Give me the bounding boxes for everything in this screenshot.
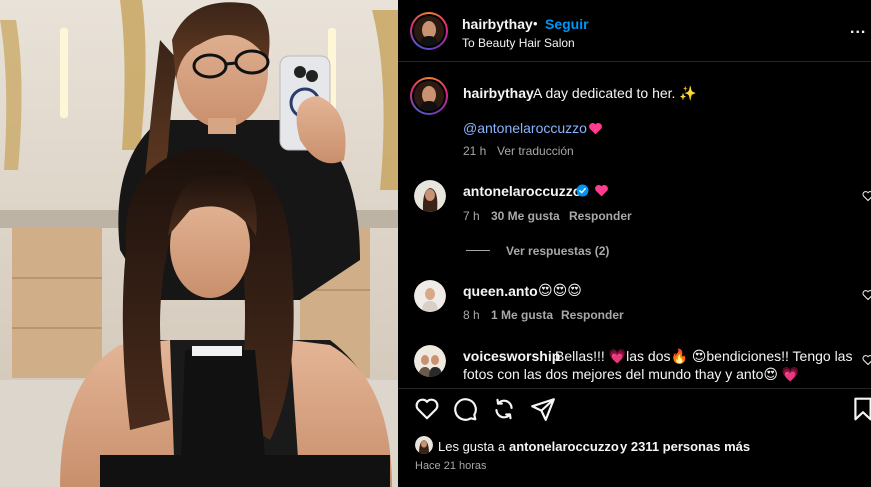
view-replies-button[interactable]: Ver respuestas (2): [506, 244, 609, 258]
comment-likes[interactable]: 1 Me gusta: [491, 308, 553, 322]
replies-divider: [466, 250, 490, 251]
caption-username[interactable]: hairbythay: [463, 85, 534, 101]
commenter-avatar[interactable]: [414, 345, 446, 377]
location-link[interactable]: To Beauty Hair Salon: [462, 36, 575, 50]
actions-divider: [398, 388, 871, 389]
comment-text-line-1: Bellas!!! 💗las dos🔥 😍bendiciones!! Tengo…: [555, 348, 853, 364]
comment-like-heart-icon[interactable]: [862, 190, 871, 202]
reply-button[interactable]: Responder: [569, 209, 632, 223]
likes-user[interactable]: antonelaroccuzzo: [509, 439, 619, 454]
caption-avatar: [414, 81, 444, 111]
verified-badge-icon: [576, 184, 589, 197]
comment-time: 7 h: [463, 209, 480, 223]
post-timestamp: Hace 21 horas: [415, 460, 487, 472]
translate-link[interactable]: Ver traducción: [497, 144, 574, 158]
author-username[interactable]: hairbythay: [462, 16, 533, 32]
comment-icon[interactable]: [452, 396, 478, 422]
caption-text: A day dedicated to her. ✨: [533, 85, 697, 101]
caption-time: 21 h: [463, 144, 487, 158]
author-avatar: [414, 16, 444, 46]
caption-heart-emoji: [589, 123, 602, 135]
repost-icon[interactable]: [491, 396, 517, 422]
comment-heart-emoji: [595, 185, 608, 197]
comment-text: 😍😍😍: [538, 282, 582, 298]
caption-avatar-ring[interactable]: [410, 77, 448, 115]
caption-mention[interactable]: @antonelaroccuzzo: [463, 120, 587, 136]
comment-like-heart-icon[interactable]: [862, 289, 871, 301]
post-photo[interactable]: [0, 0, 398, 487]
header-separator: •: [533, 16, 538, 31]
commenter-avatar[interactable]: [414, 180, 446, 212]
comment-username[interactable]: queen.anto: [463, 283, 538, 299]
heart-icon[interactable]: [414, 396, 440, 422]
comment-likes[interactable]: 30 Me gusta: [491, 209, 560, 223]
likes-count[interactable]: y 2311 personas más: [620, 439, 750, 454]
more-options-icon[interactable]: ...: [850, 20, 866, 38]
comment-username[interactable]: voicesworship: [463, 348, 560, 364]
comment-like-heart-icon[interactable]: [862, 354, 871, 366]
commenter-avatar[interactable]: [414, 280, 446, 312]
comment-text-line-2: fotos con las dos mejores del mundo thay…: [463, 366, 800, 382]
send-icon[interactable]: [530, 396, 556, 422]
likes-prefix: Les gusta a: [438, 439, 506, 454]
liker-avatar[interactable]: [415, 436, 433, 454]
post-header: hairbythay • Seguir To Beauty Hair Salon…: [398, 0, 871, 62]
author-avatar-ring[interactable]: [410, 12, 448, 50]
follow-button[interactable]: Seguir: [545, 16, 589, 32]
post-image: [0, 0, 398, 487]
reply-button[interactable]: Responder: [561, 308, 624, 322]
comment-time: 8 h: [463, 308, 480, 322]
bookmark-icon[interactable]: [850, 396, 871, 422]
comment-username[interactable]: antonelaroccuzzo: [463, 183, 581, 199]
post-details-panel: hairbythay • Seguir To Beauty Hair Salon…: [398, 0, 871, 487]
